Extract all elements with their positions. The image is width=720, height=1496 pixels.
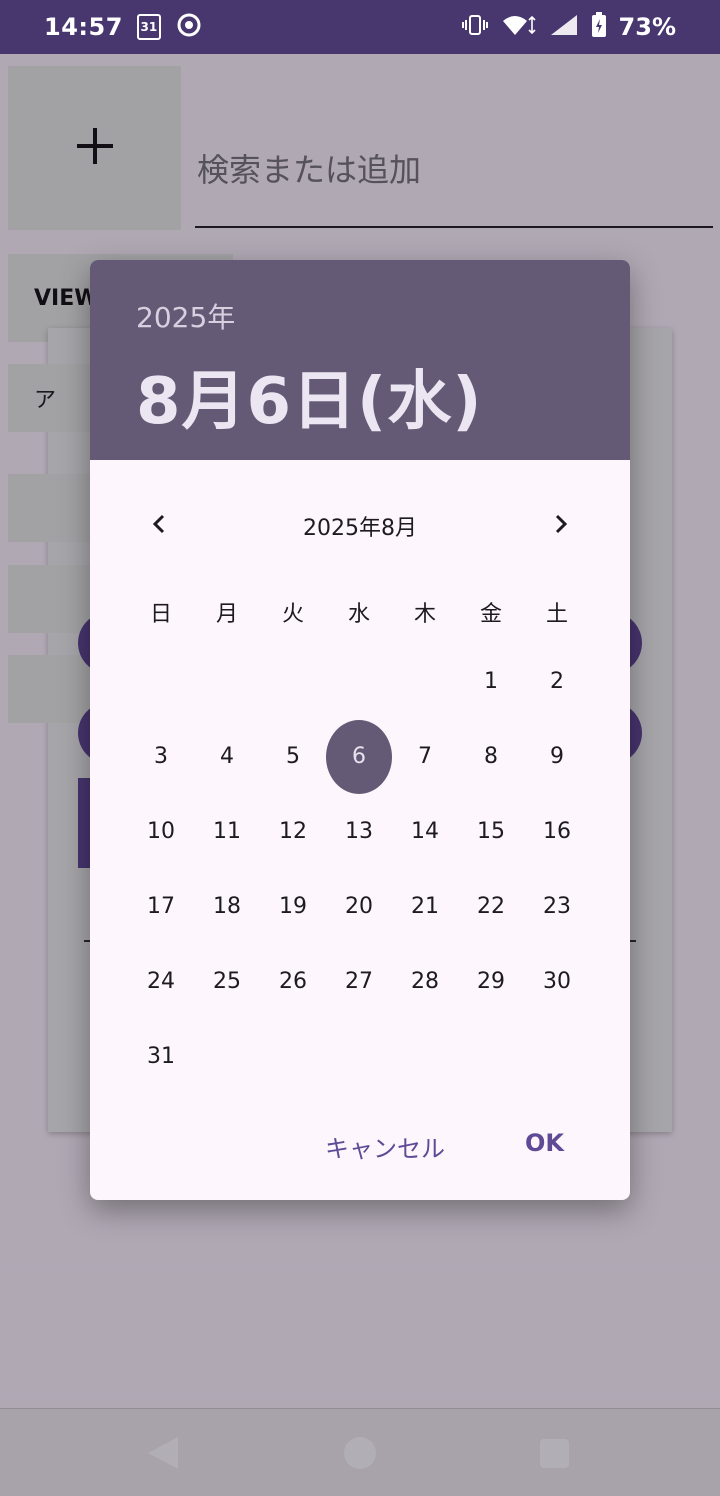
ok-button[interactable]: OK [525,1129,564,1164]
day-cell[interactable]: 14 [392,794,458,869]
day-number: 8 [484,744,498,769]
day-number: 2 [550,669,564,694]
weekday-label: 日 [149,602,172,627]
day-number: 10 [147,819,175,844]
day-cell[interactable]: 28 [392,944,458,1019]
battery-percent: 73% [618,13,676,41]
day-number: 25 [213,969,241,994]
day-cell[interactable]: 17 [128,869,194,944]
day-cell[interactable]: 12 [260,794,326,869]
empty-day-cell [392,644,458,719]
day-number: 20 [345,894,373,919]
day-cell[interactable]: 3 [128,719,194,794]
calendar-grid: 1 2 3 4 5 6 7 8 9 10 11 12 13 14 15 16 17 18 19 20 21 22 23 24 2… [128,644,590,1094]
weekday-header-row: 日月火水木金土 [128,596,590,628]
weekday-label: 土 [545,602,568,627]
day-number: 11 [213,819,241,844]
signal-icon [549,13,579,41]
day-cell[interactable]: 20 [326,869,392,944]
day-number: 23 [543,894,571,919]
header-year[interactable]: 2025年 [136,296,630,336]
day-cell[interactable]: 25 [194,944,260,1019]
weekday-label: 金 [479,602,502,627]
day-number: 4 [220,744,234,769]
cancel-button[interactable]: キャンセル [325,1129,445,1164]
day-cell[interactable]: 18 [194,869,260,944]
month-navigation: 2025年8月 [90,504,630,544]
day-number: 13 [345,819,373,844]
day-number: 29 [477,969,505,994]
selected-day[interactable]: 6 [326,719,392,794]
day-cell[interactable]: 22 [458,869,524,944]
day-cell[interactable]: 9 [524,719,590,794]
day-number: 26 [279,969,307,994]
empty-day-cell [260,644,326,719]
empty-day-cell [128,644,194,719]
vibrate-icon [461,13,489,41]
weekday-label: 水 [347,602,370,627]
calendar-icon: 31 [136,14,161,40]
day-cell[interactable]: 29 [458,944,524,1019]
wifi-icon [501,13,537,41]
day-cell[interactable]: 2 [524,644,590,719]
day-cell[interactable]: 16 [524,794,590,869]
empty-day-cell [326,644,392,719]
day-cell[interactable]: 21 [392,869,458,944]
day-cell[interactable]: 7 [392,719,458,794]
day-cell[interactable]: 26 [260,944,326,1019]
date-picker-dialog: 2025年 8月6日(水) 2025年8月 日月火水木金土 1234567891… [90,260,630,1200]
day-cell[interactable]: 10 [128,794,194,869]
status-time: 14:57 [44,13,123,41]
day-number: 30 [543,969,571,994]
day-cell[interactable]: 13 [326,794,392,869]
day-cell[interactable]: 19 [260,869,326,944]
day-cell[interactable]: 4 [194,719,260,794]
day-number: 19 [279,894,307,919]
day-cell[interactable]: 5 [260,719,326,794]
day-number: 28 [411,969,439,994]
day-number: 1 [484,669,498,694]
battery-icon [591,12,607,42]
day-number: 5 [286,744,300,769]
status-icons: 73% [461,12,676,42]
chrome-icon [177,13,201,41]
day-number: 14 [411,819,439,844]
day-cell[interactable]: 23 [524,869,590,944]
day-number: 6 [326,719,392,794]
day-number: 7 [418,744,432,769]
day-cell[interactable]: 1 [458,644,524,719]
day-number: 18 [213,894,241,919]
day-number: 15 [477,819,505,844]
day-cell[interactable]: 27 [326,944,392,1019]
day-cell[interactable]: 15 [458,794,524,869]
header-date: 8月6日(水) [136,365,483,439]
day-number: 3 [154,744,168,769]
chevron-right-icon[interactable] [548,512,572,536]
day-number: 31 [147,1044,175,1069]
day-number: 16 [543,819,571,844]
weekday-label: 木 [413,602,436,627]
day-cell[interactable]: 8 [458,719,524,794]
status-bar: 14:57 31 73% [0,0,720,54]
day-number: 27 [345,969,373,994]
day-number: 21 [411,894,439,919]
day-number: 12 [279,819,307,844]
day-number: 9 [550,744,564,769]
empty-day-cell [194,644,260,719]
day-number: 22 [477,894,505,919]
day-cell[interactable]: 24 [128,944,194,1019]
date-picker-header: 2025年 8月6日(水) [90,260,630,460]
dialog-actions: キャンセル OK [325,1129,564,1164]
day-number: 24 [147,969,175,994]
day-cell[interactable]: 30 [524,944,590,1019]
day-cell[interactable]: 31 [128,1019,194,1094]
weekday-label: 月 [215,602,238,627]
day-cell[interactable]: 11 [194,794,260,869]
day-number: 17 [147,894,175,919]
weekday-label: 火 [281,602,304,627]
